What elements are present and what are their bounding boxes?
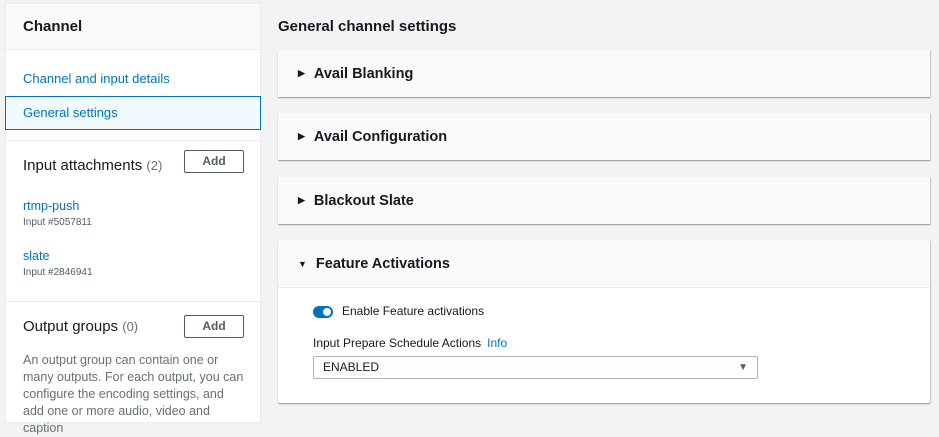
input-attachments-heading: Input attachments (2) [23, 157, 162, 174]
output-count: (0) [122, 319, 139, 334]
caret-down-icon: ▼ [738, 362, 748, 373]
panel-title: Blackout Slate [313, 192, 414, 209]
nav-general-settings[interactable]: General settings [5, 96, 261, 130]
field-label-text: Input Prepare Schedule Actions [313, 336, 482, 350]
panel-header[interactable]: ▶ Blackout Slate [278, 177, 930, 224]
sidebar-title: Channel [6, 4, 260, 50]
panel-avail-blanking[interactable]: ▶ Avail Blanking [278, 50, 930, 97]
input-prepare-schedule-actions-select[interactable]: ENABLED ▼ [313, 356, 758, 379]
panel-title: Avail Blanking [313, 65, 414, 82]
enable-feature-activations-toggle[interactable] [313, 306, 333, 318]
panel-header[interactable]: ▼ Feature Activations [278, 240, 930, 287]
panel-feature-activations: ▼ Feature Activations Enable Feature acti… [278, 240, 930, 403]
panel-avail-configuration[interactable]: ▶ Avail Configuration [278, 113, 930, 160]
info-link[interactable]: Info [487, 336, 507, 350]
caret-right-icon: ▶ [298, 195, 305, 205]
select-value: ENABLED [323, 360, 380, 374]
page-title: General channel settings [278, 18, 457, 35]
panel-header[interactable]: ▶ Avail Configuration [278, 113, 930, 160]
caret-right-icon: ▶ [298, 131, 305, 141]
output-groups-description: An output group can contain one or many … [23, 353, 244, 435]
add-input-button[interactable]: Add [184, 150, 244, 173]
toggle-label: Enable Feature activations [342, 304, 485, 318]
sidebar: Channel Channel and input details Genera… [5, 3, 261, 435]
panel-header[interactable]: ▶ Avail Blanking [278, 50, 930, 97]
output-groups-heading: Output groups (0) [23, 318, 138, 335]
divider [6, 301, 260, 302]
caret-down-icon: ▼ [298, 258, 307, 269]
input-link[interactable]: rtmp-push [23, 199, 79, 213]
panel-title: Feature Activations [315, 255, 450, 272]
panel-title: Avail Configuration [313, 128, 448, 145]
input-id: Input #5057811 [23, 217, 92, 228]
input-attachments-label: Input attachments [23, 157, 143, 174]
caret-right-icon: ▶ [298, 68, 305, 78]
input-count: (2) [146, 158, 163, 173]
field-label: Input Prepare Schedule Actions Info [313, 336, 507, 350]
panel-blackout-slate[interactable]: ▶ Blackout Slate [278, 177, 930, 224]
input-link[interactable]: slate [23, 249, 49, 263]
input-id: Input #2846941 [23, 267, 93, 278]
divider [6, 140, 260, 141]
output-groups-label: Output groups [23, 318, 119, 335]
add-output-group-button[interactable]: Add [184, 315, 244, 338]
nav-channel-input-details[interactable]: Channel and input details [6, 63, 260, 95]
